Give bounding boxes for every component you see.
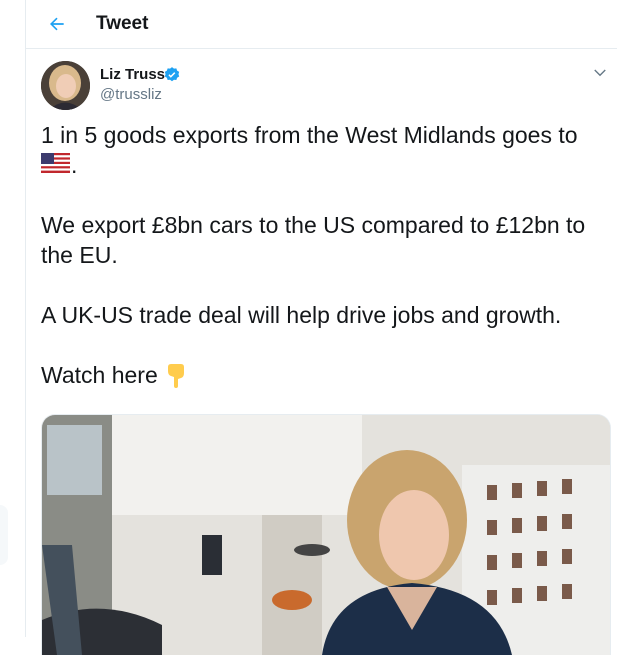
- us-flag-icon: [41, 153, 70, 173]
- author-name[interactable]: Liz Truss: [100, 66, 165, 83]
- left-column-shape: [0, 505, 8, 565]
- tweet-video[interactable]: [41, 414, 611, 655]
- page-title: Tweet: [96, 13, 149, 34]
- point-down-icon: [168, 364, 184, 388]
- back-arrow-icon: [50, 17, 64, 31]
- chevron-down-icon[interactable]: [591, 64, 609, 82]
- tweet-line: 1 in 5 goods exports from the West Midla…: [41, 122, 578, 148]
- tweet-line: We export £8bn cars to the US compared t…: [41, 212, 586, 238]
- header: Tweet: [26, 0, 617, 49]
- column-divider: [25, 0, 26, 637]
- video-frame: [42, 415, 610, 655]
- tweet-line: Watch here: [41, 362, 158, 388]
- avatar[interactable]: [41, 61, 90, 110]
- left-gutter: [0, 0, 25, 637]
- tweet-line: A UK-US trade deal will help drive jobs …: [41, 302, 562, 328]
- author-handle[interactable]: @trussliz: [100, 86, 162, 103]
- back-button[interactable]: [40, 7, 74, 41]
- verified-badge-icon: [164, 67, 180, 82]
- tweet-line: the EU.: [41, 242, 118, 268]
- tweet-line: .: [71, 152, 78, 178]
